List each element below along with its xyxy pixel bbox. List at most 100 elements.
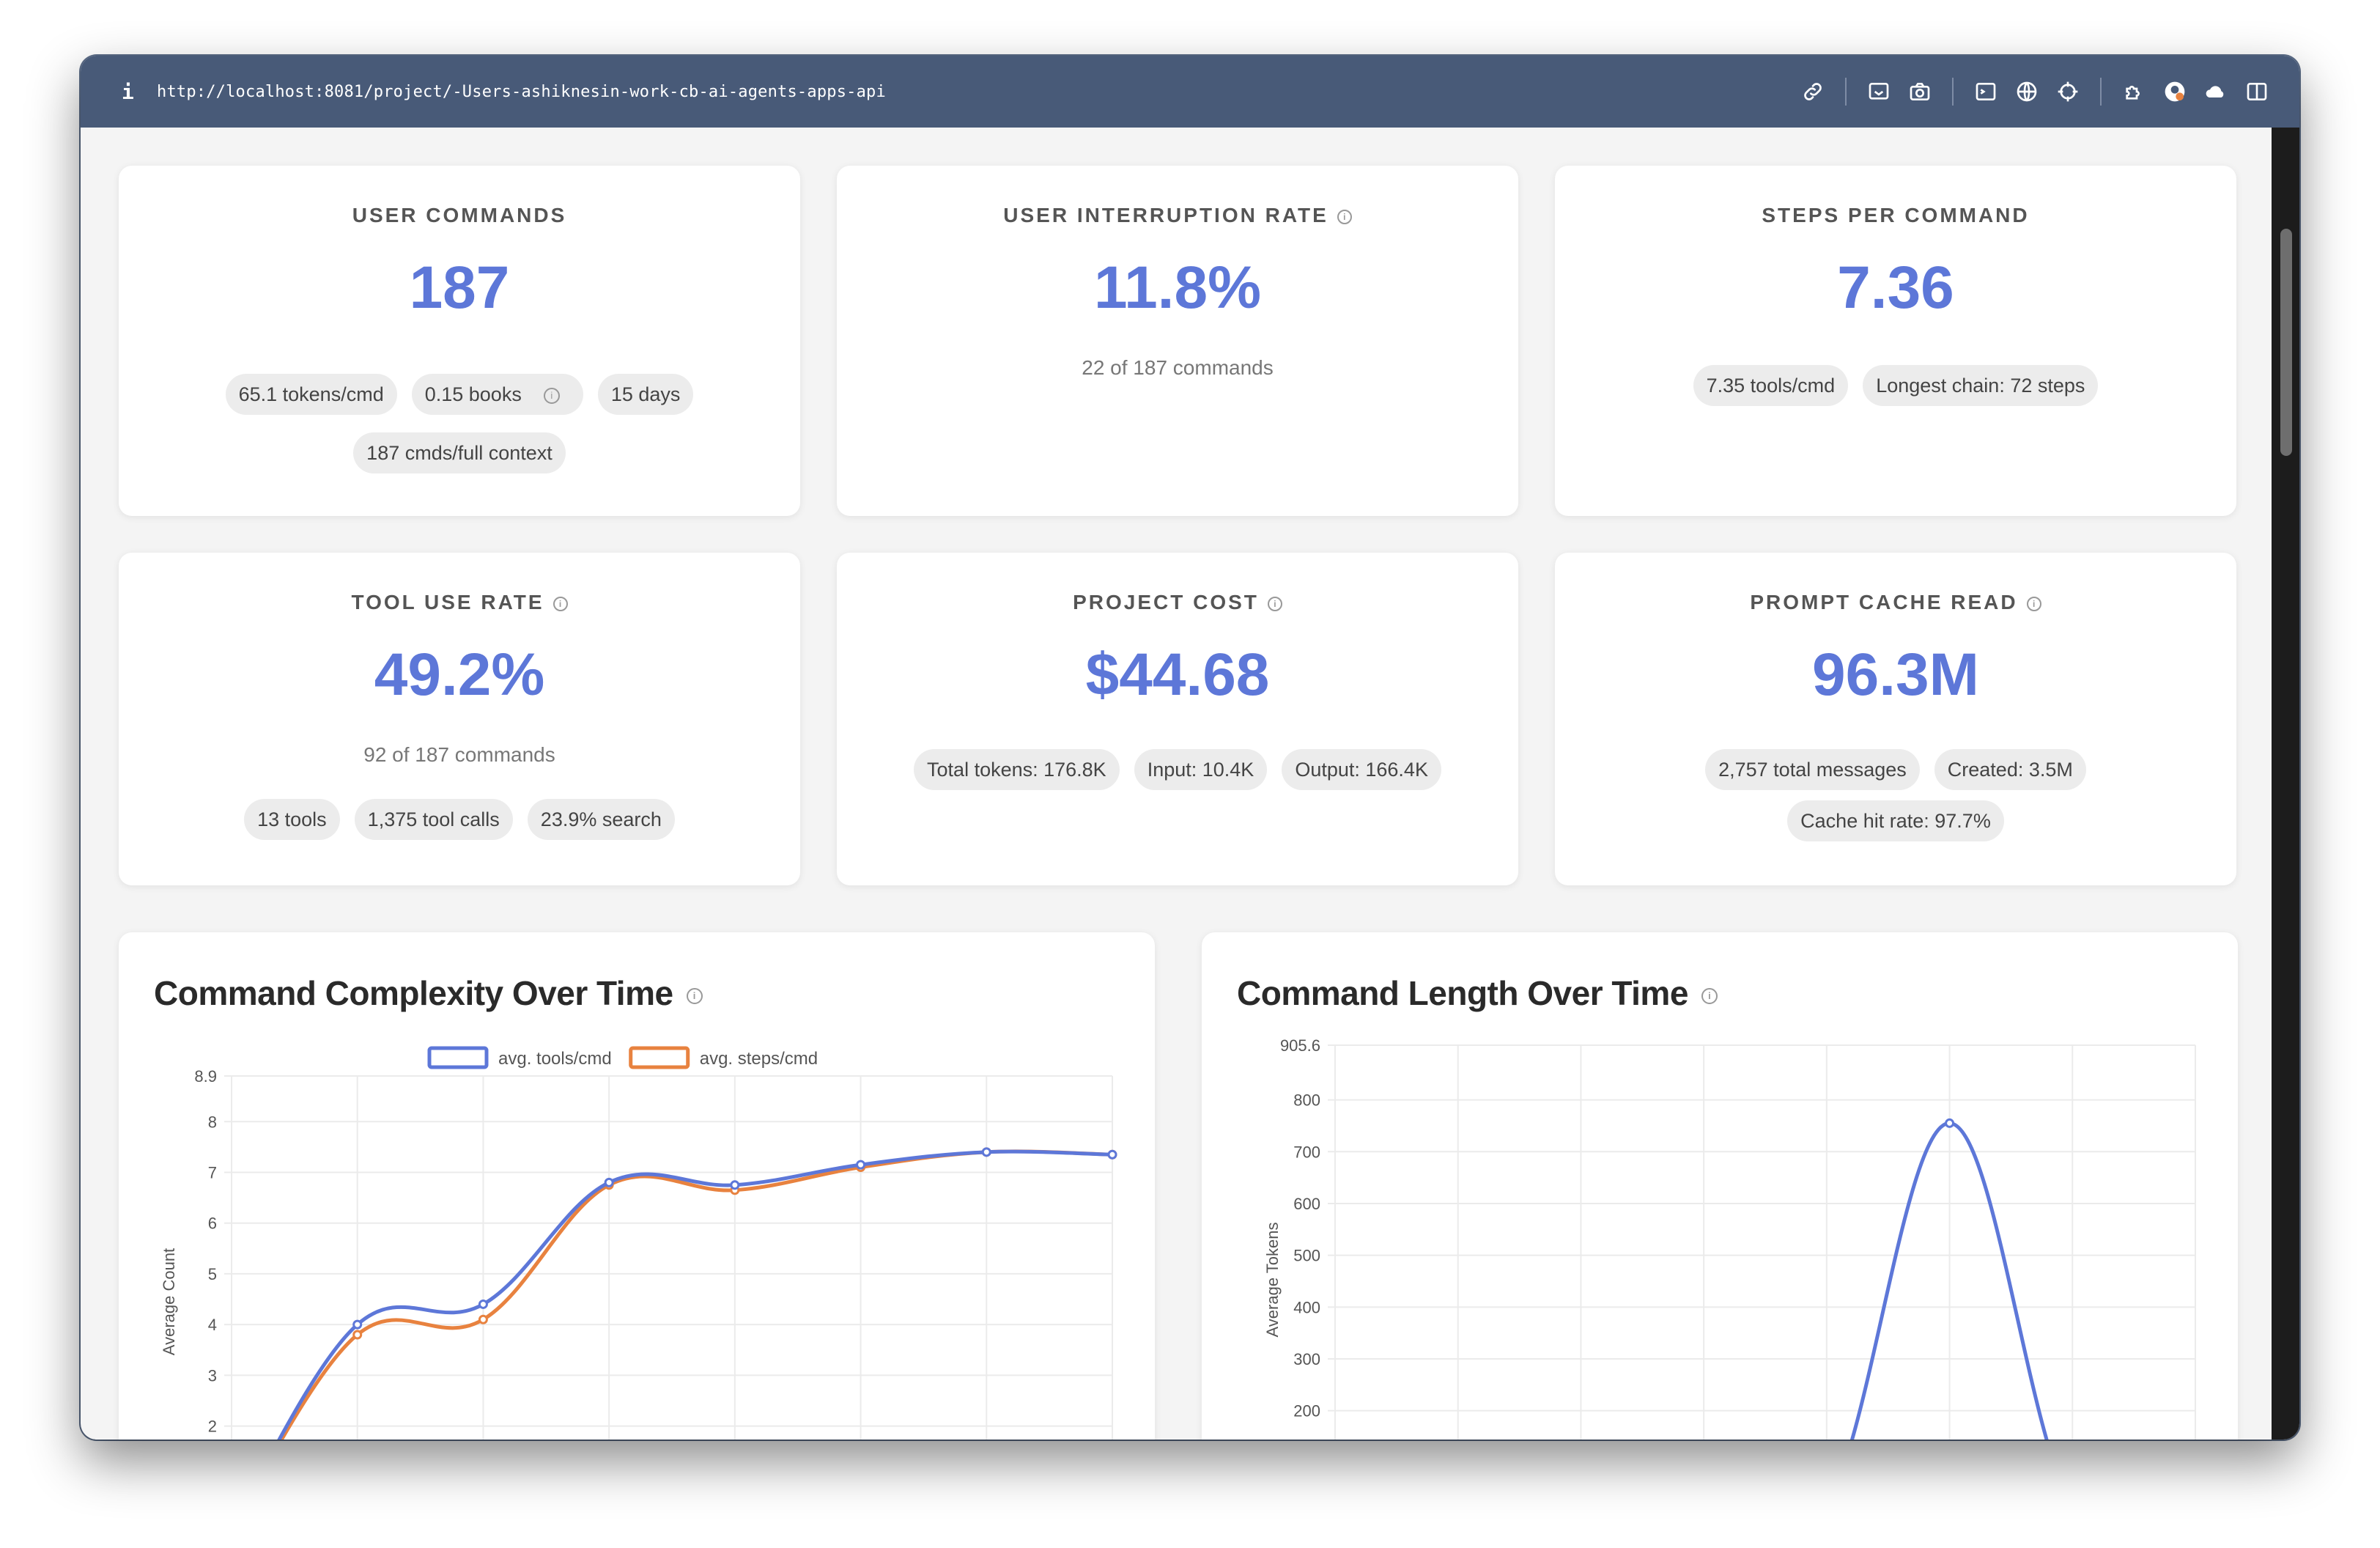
y-tick-label: 500 <box>1293 1247 1320 1265</box>
y-tick-label: 4 <box>208 1316 217 1334</box>
globe-icon[interactable] <box>2006 71 2047 112</box>
tools-per-cmd-badge: 7.35 tools/cmd <box>1693 365 1849 406</box>
length-chart: 100200300400500600700800905.6Average Tok… <box>1263 1036 2196 1440</box>
y-tick-label: 300 <box>1293 1350 1320 1368</box>
extension-icon[interactable] <box>2113 71 2154 112</box>
info-icon[interactable]: i <box>552 596 568 611</box>
data-point[interactable] <box>1945 1118 1955 1128</box>
project-cost-card: PROJECT COST i $44.68 Total tokens: 176.8… <box>837 553 1518 885</box>
data-point[interactable] <box>604 1177 614 1187</box>
legend-swatch[interactable] <box>427 1046 489 1069</box>
tools-count-badge: 13 tools <box>244 799 340 840</box>
y-axis-label: Average Count <box>160 1248 178 1355</box>
interruption-rate-value: 11.8% <box>1094 254 1261 321</box>
steps-per-command-card: STEPS PER COMMAND 7.36 7.35 tools/cmd Lo… <box>1555 166 2236 516</box>
interruption-rate-sub: 22 of 187 commands <box>1082 356 1274 379</box>
crosshair-icon[interactable] <box>2047 71 2088 112</box>
prompt-cache-title: PROMPT CACHE READ i <box>1555 591 2236 614</box>
interruption-rate-title: USER INTERRUPTION RATE i <box>837 204 1518 227</box>
books-badge: 0.15 books i <box>411 374 583 415</box>
y-tick-label: 7 <box>208 1164 217 1182</box>
camera-icon[interactable] <box>1899 71 1940 112</box>
series-line <box>1849 1121 2049 1440</box>
data-point[interactable] <box>352 1319 363 1330</box>
data-point[interactable] <box>981 1147 991 1157</box>
y-tick-label: 400 <box>1293 1298 1320 1316</box>
tool-calls-badge: 1,375 tool calls <box>354 799 513 840</box>
data-point[interactable] <box>478 1314 488 1324</box>
cloud-icon[interactable] <box>2195 71 2236 112</box>
info-icon[interactable]: i <box>1267 596 1282 611</box>
tool-use-pills: 13 tools 1,375 tool calls 23.9% search <box>119 799 800 840</box>
series-line <box>277 1149 1113 1440</box>
prompt-cache-value: 96.3M <box>1812 641 1979 708</box>
scrollbar-track[interactable] <box>2272 128 2299 1440</box>
user-commands-pills: 65.1 tokens/cmd 0.15 books i 15 days <box>119 374 800 415</box>
screenshot-area-icon[interactable] <box>1858 71 1899 112</box>
toolbar-divider <box>1845 78 1847 106</box>
profile-icon[interactable] <box>2154 71 2195 112</box>
sidebar-toggle-icon[interactable] <box>2236 71 2277 112</box>
cache-created-badge: Created: 3.5M <box>1934 749 2086 790</box>
interruption-rate-card: USER INTERRUPTION RATE i 11.8% 22 of 187 … <box>837 166 1518 516</box>
project-cost-title: PROJECT COST i <box>837 591 1518 614</box>
length-chart-card: Command Length Over Time i 100 200 300 400 50… <box>1202 932 2238 1440</box>
complexity-chart: 123456788.9Average Countavg. tools/cmd av… <box>160 1046 1117 1440</box>
link-icon[interactable] <box>1792 71 1833 112</box>
y-tick-label: 5 <box>208 1265 217 1283</box>
tool-use-rate-value: 49.2% <box>374 641 545 708</box>
data-point[interactable] <box>730 1180 740 1190</box>
input-tokens-badge: Input: 10.4K <box>1134 749 1268 790</box>
y-tick-label: 6 <box>208 1215 217 1233</box>
total-tokens-badge: Total tokens: 176.8K <box>914 749 1120 790</box>
project-cost-value: $44.68 <box>1085 641 1270 708</box>
steps-per-command-title: STEPS PER COMMAND <box>1762 204 2030 226</box>
total-messages-badge: 2,757 total messages <box>1705 749 1920 790</box>
browser-toolbar: i http://localhost:8081/project/-Users-a… <box>81 56 2299 128</box>
y-tick-label: 8 <box>208 1113 217 1131</box>
cache-pills: 2,757 total messages Created: 3.5M <box>1555 749 2236 790</box>
tool-use-rate-card: TOOL USE RATE i 49.2% 92 of 187 commands … <box>119 553 800 885</box>
y-tick-label: 2 <box>208 1418 217 1436</box>
longest-chain-badge: Longest chain: 72 steps <box>1863 365 2099 406</box>
user-commands-card: USER COMMANDS 187 65.1 tokens/cmd 0.15 b… <box>119 166 800 516</box>
user-commands-value: 187 <box>409 254 510 321</box>
info-icon[interactable]: i <box>1337 209 1352 224</box>
dashboard-content: USER COMMANDS 187 65.1 tokens/cmd 0.15 b… <box>95 128 2257 1440</box>
steps-per-command-value: 7.36 <box>1837 254 1954 321</box>
cmds-full-context-badge: 187 cmds/full context <box>353 432 566 473</box>
y-tick-label: 700 <box>1293 1143 1320 1161</box>
output-tokens-badge: Output: 166.4K <box>1282 749 1441 790</box>
browser-window: i http://localhost:8081/project/-Users-a… <box>81 56 2299 1440</box>
y-tick-label: 8.9 <box>194 1067 217 1086</box>
data-point[interactable] <box>352 1330 363 1340</box>
toolbar-divider <box>1952 78 1954 106</box>
legend-label[interactable]: avg. steps/cmd <box>700 1049 818 1069</box>
search-share-badge: 23.9% search <box>527 799 675 840</box>
address-bar[interactable]: http://localhost:8081/project/-Users-ash… <box>157 83 886 101</box>
tokens-per-cmd-badge: 65.1 tokens/cmd <box>225 374 397 415</box>
tool-use-rate-sub: 92 of 187 commands <box>363 743 555 766</box>
steps-pills: 7.35 tools/cmd Longest chain: 72 steps <box>1555 365 2236 406</box>
terminal-icon[interactable] <box>1965 71 2006 112</box>
y-tick-label: 200 <box>1293 1402 1320 1420</box>
site-info-icon[interactable]: i <box>122 80 141 104</box>
user-commands-title: USER COMMANDS <box>352 204 567 226</box>
data-point[interactable] <box>856 1160 866 1170</box>
y-tick-label: 600 <box>1293 1195 1320 1213</box>
cache-hit-rate-badge: Cache hit rate: 97.7% <box>1787 800 2004 841</box>
info-icon[interactable]: i <box>543 387 560 404</box>
data-point[interactable] <box>478 1299 488 1309</box>
y-axis-label: Average Tokens <box>1263 1223 1282 1338</box>
info-icon[interactable]: i <box>2026 596 2041 611</box>
legend-swatch[interactable] <box>629 1046 690 1069</box>
scrollbar-thumb[interactable] <box>2280 229 2292 456</box>
y-tick-label: 905.6 <box>1280 1036 1320 1055</box>
tool-use-rate-title: TOOL USE RATE i <box>119 591 800 614</box>
y-tick-label: 3 <box>208 1366 217 1385</box>
y-tick-label: 800 <box>1293 1091 1320 1110</box>
complexity-chart-card: Command Complexity Over Time i 1 2 3 4 5 6 7 8 8.… <box>119 932 1155 1440</box>
legend-label[interactable]: avg. tools/cmd <box>498 1049 612 1069</box>
data-point[interactable] <box>1107 1149 1117 1160</box>
days-badge: 15 days <box>597 374 694 415</box>
